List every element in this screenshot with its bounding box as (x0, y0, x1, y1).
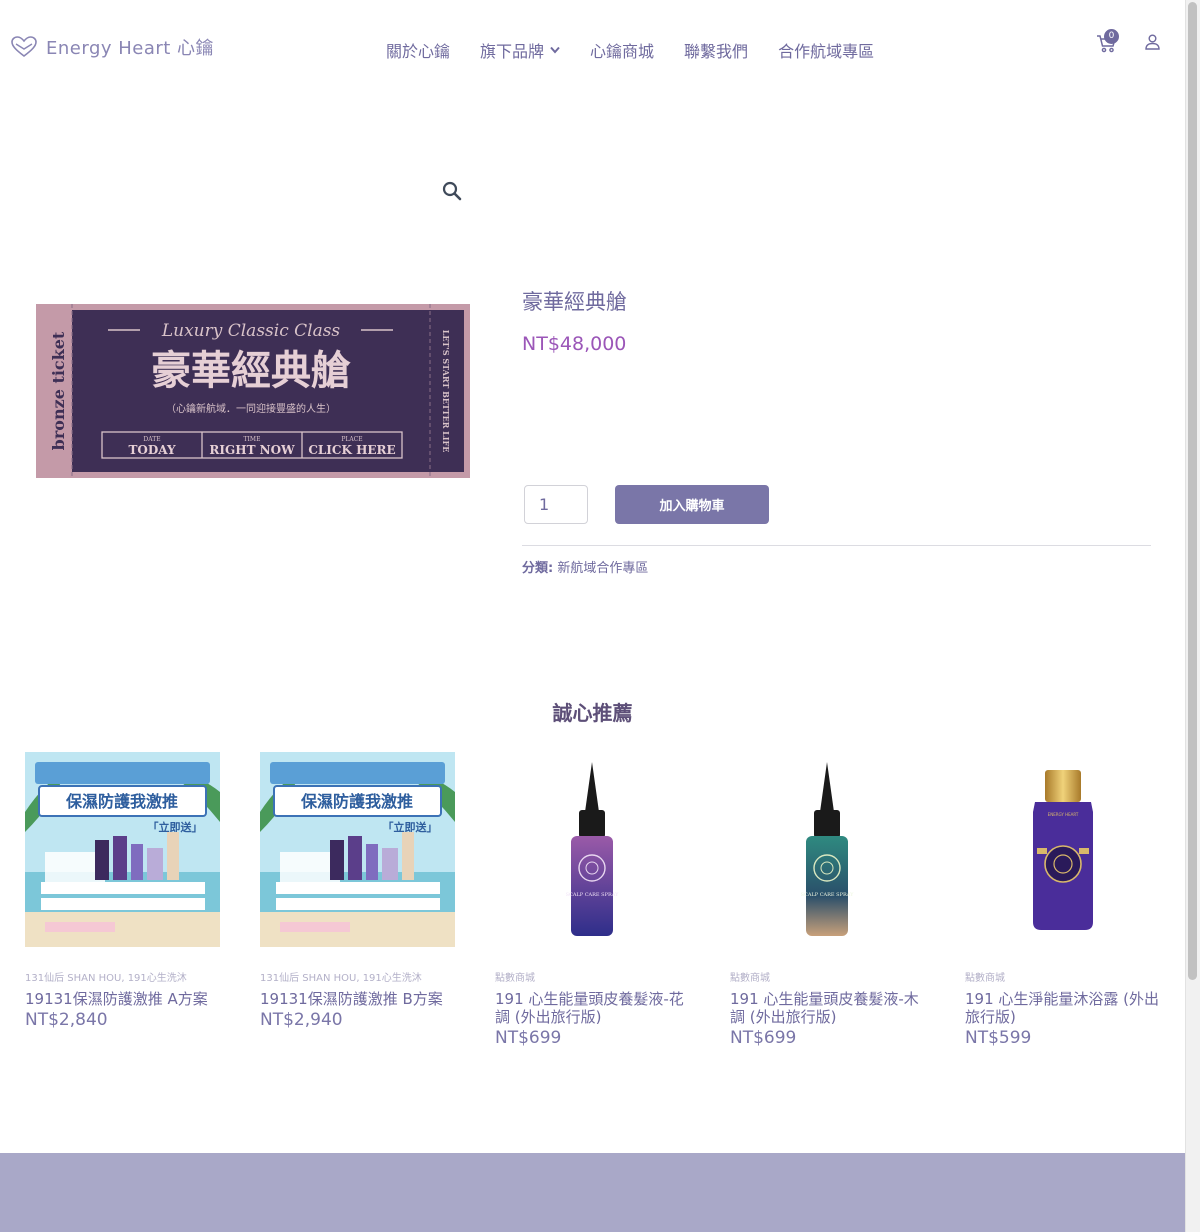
product-card-image[interactable]: SCALP CARE SPRAY (495, 752, 690, 947)
site-header: Energy Heart 心鑰 關於心鑰 旗下品牌 心鑰商城 聯繫我們 合作航域… (0, 0, 1185, 96)
ticket-script-title: Luxury Classic Class (161, 321, 341, 341)
nav-shop[interactable]: 心鑰商城 (590, 38, 654, 62)
nav-contact[interactable]: 聯繫我們 (684, 38, 748, 62)
svg-text:保濕防護我激推: 保濕防護我激推 (300, 792, 413, 811)
nav-about[interactable]: 關於心鑰 (386, 38, 450, 62)
product-price: NT$48,000 (522, 333, 627, 355)
svg-text:「立即送」: 「立即送」 (148, 820, 203, 834)
svg-text:SCALP CARE SPRAY: SCALP CARE SPRAY (801, 892, 855, 898)
product-card-price: NT$699 (495, 1028, 562, 1048)
heart-logo-icon (11, 36, 37, 58)
category-label: 分類: (522, 561, 554, 576)
main-nav: 關於心鑰 旗下品牌 心鑰商城 聯繫我們 合作航域專區 (386, 38, 874, 62)
svg-text:TODAY: TODAY (128, 443, 176, 457)
site-logo[interactable]: Energy Heart 心鑰 (10, 34, 214, 60)
quantity-input[interactable] (524, 485, 588, 524)
ticket-subtitle: （心鑰新航域．一同迎接豐盛的人生） (166, 402, 336, 415)
category-link[interactable]: 新航域合作專區 (557, 561, 648, 576)
product-meta-divider (522, 545, 1151, 546)
ticket-side-left: bronze ticket (49, 331, 68, 450)
svg-text:「立即送」: 「立即送」 (383, 820, 438, 834)
svg-text:RIGHT NOW: RIGHT NOW (209, 443, 295, 457)
user-account-icon[interactable] (1145, 34, 1160, 50)
product-card[interactable]: 保濕防護我激推 「立即送」 131仙后 SHAN HOU, 191心生洗沐 19… (25, 752, 221, 1030)
product-card-price: NT$699 (730, 1028, 797, 1048)
svg-text:DATE: DATE (143, 436, 160, 443)
product-card-name[interactable]: 191 心生能量頭皮養髮液-花調 (外出旅行版) (495, 990, 695, 1026)
scrollbar-thumb[interactable] (1188, 2, 1197, 980)
logo-text: Energy Heart 心鑰 (46, 38, 215, 59)
site-footer (0, 1153, 1185, 1232)
svg-text:CLICK HERE: CLICK HERE (308, 443, 395, 457)
svg-text:TIME: TIME (244, 436, 261, 443)
product-card[interactable]: ENERGY HEART 點數商城 191 心生淨能量沐浴露 (外出旅行版) N… (965, 752, 1161, 1048)
add-to-cart-button[interactable]: 加入購物車 (615, 485, 769, 524)
product-card-category[interactable]: 點數商城 (965, 969, 1161, 984)
svg-text:ENERGY HEART: ENERGY HEART (1048, 812, 1079, 817)
product-categories: 分類: 新航域合作專區 (522, 557, 648, 576)
svg-text:PLACE: PLACE (341, 436, 362, 443)
product-card-name[interactable]: 19131保濕防護激推 A方案 (25, 990, 225, 1008)
product-card-price: NT$599 (965, 1028, 1032, 1048)
product-card-category[interactable]: 點數商城 (495, 969, 691, 984)
product-card[interactable]: SCALP CARE SPRAY 點數商城 191 心生能量頭皮養髮液-花調 (… (495, 752, 691, 1048)
svg-text:SCALP CARE SPRAY: SCALP CARE SPRAY (566, 892, 620, 898)
ticket-main-title: 豪華經典艙 (151, 347, 351, 394)
product-card-image[interactable]: 保濕防護我激推 「立即送」 (25, 752, 220, 947)
product-card-price: NT$2,840 (25, 1010, 108, 1030)
recommend-title: 誠心推薦 (552, 701, 633, 725)
search-icon[interactable] (442, 181, 462, 201)
product-card-name[interactable]: 191 心生淨能量沐浴露 (外出旅行版) (965, 990, 1165, 1026)
product-card-category[interactable]: 131仙后 SHAN HOU, 191心生洗沐 (260, 969, 456, 984)
product-card-category[interactable]: 點數商城 (730, 969, 926, 984)
product-card-price: NT$2,940 (260, 1010, 343, 1030)
product-image-ticket[interactable]: bronze ticket Luxury Classic Class 豪華經典艙… (36, 304, 470, 478)
product-card-name[interactable]: 19131保濕防護激推 B方案 (260, 990, 460, 1008)
product-card[interactable]: 保濕防護我激推 「立即送」 131仙后 SHAN HOU, 191心生洗沐 19… (260, 752, 456, 1030)
chevron-down-icon (550, 46, 560, 54)
nav-brands[interactable]: 旗下品牌 (480, 38, 560, 62)
cart-count-badge: 0 (1104, 29, 1119, 44)
product-title: 豪華經典艙 (522, 290, 627, 314)
product-card-category[interactable]: 131仙后 SHAN HOU, 191心生洗沐 (25, 969, 221, 984)
nav-partner[interactable]: 合作航域專區 (778, 38, 874, 62)
product-card-image[interactable]: ENERGY HEART (965, 752, 1160, 947)
ticket-side-right: LET'S START BETTER LIFE (441, 330, 451, 453)
product-card-image[interactable]: 保濕防護我激推 「立即送」 (260, 752, 455, 947)
product-card-name[interactable]: 191 心生能量頭皮養髮液-木調 (外出旅行版) (730, 990, 930, 1026)
product-card-image[interactable]: SCALP CARE SPRAY (730, 752, 925, 947)
svg-text:保濕防護我激推: 保濕防護我激推 (65, 792, 178, 811)
product-card[interactable]: SCALP CARE SPRAY 點數商城 191 心生能量頭皮養髮液-木調 (… (730, 752, 926, 1048)
